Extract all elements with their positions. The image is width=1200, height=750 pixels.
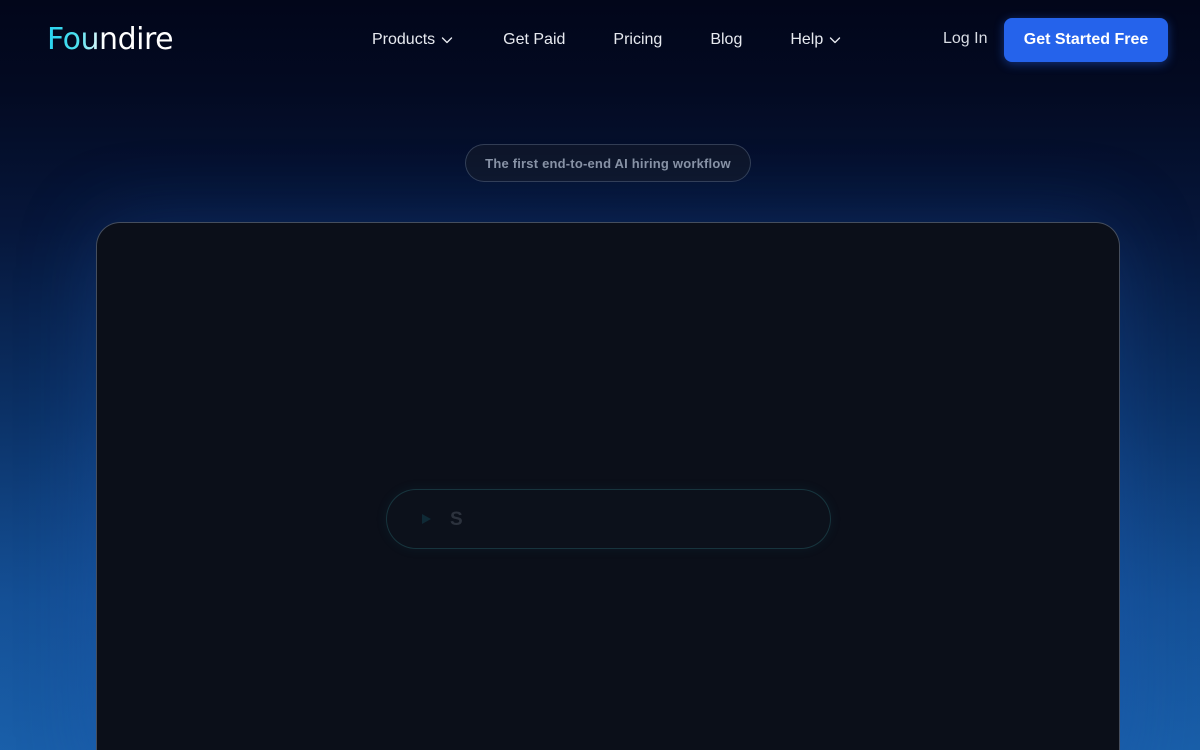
nav-item-label: Blog (710, 31, 743, 48)
chevron-down-icon (440, 33, 454, 47)
nav-item-label: Products (372, 31, 436, 48)
play-icon (420, 513, 432, 525)
login-link[interactable]: Log In (943, 30, 987, 48)
nav-item-label: Help (790, 31, 824, 48)
nav-item-help[interactable]: Help (790, 31, 842, 49)
top-navigation: Foundire Products Get Paid Pricing Blog … (0, 0, 1200, 80)
nav-item-label: Get Paid (503, 31, 566, 48)
nav-item-products[interactable]: Products (372, 31, 454, 49)
chevron-down-icon (828, 33, 842, 47)
get-started-button[interactable]: Get Started Free (1004, 18, 1168, 62)
nav-item-blog[interactable]: Blog (710, 31, 742, 49)
nav-item-get-paid[interactable]: Get Paid (503, 31, 565, 49)
hero-badge: The first end-to-end AI hiring workflow (465, 144, 751, 182)
main-menu: Products Get Paid Pricing Blog Help (372, 30, 842, 50)
nav-item-label: Pricing (613, 31, 663, 48)
search-typed-text: S (450, 509, 463, 530)
demo-panel: S (96, 222, 1120, 750)
search-input[interactable]: S (386, 489, 831, 549)
nav-item-pricing[interactable]: Pricing (613, 31, 662, 49)
brand-logo[interactable]: Foundire (47, 22, 174, 58)
